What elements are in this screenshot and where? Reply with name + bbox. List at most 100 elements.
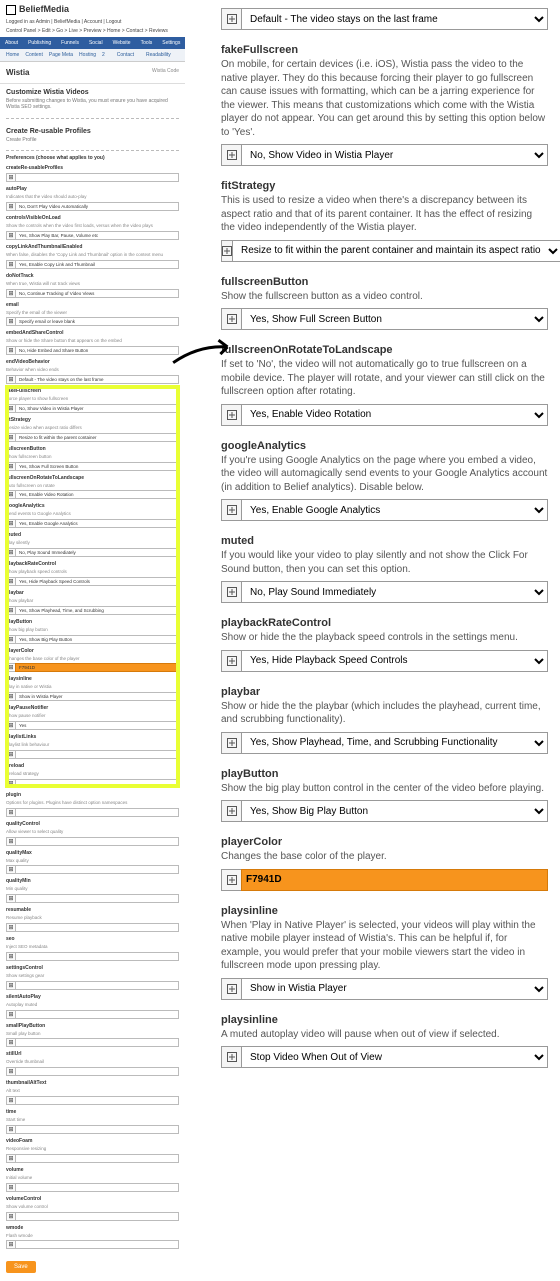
expand-icon[interactable]: ⊞ — [6, 289, 15, 298]
expand-icon[interactable]: ⊞ — [6, 548, 15, 557]
option-select[interactable]: Yes, Show Playhead, Time, and Scrubbing … — [241, 732, 548, 754]
expand-icon[interactable]: ⊞ — [6, 721, 15, 730]
field-select[interactable]: No, Hide Embed and Share Button — [15, 346, 179, 355]
expand-icon[interactable]: ⊞ — [6, 1125, 15, 1134]
option-select[interactable]: Stop Video When Out of View — [241, 1046, 548, 1068]
field-select[interactable] — [15, 1038, 179, 1047]
field-select[interactable]: Yes, Show Play Bar, Pause, Volume etc — [15, 231, 179, 240]
option-select[interactable]: Yes, Show Big Play Button — [241, 800, 548, 822]
field-select[interactable]: Show in Wistia Player — [15, 692, 179, 701]
expand-icon[interactable]: ⊞ — [6, 635, 15, 644]
expand-icon[interactable]: ⊞ — [6, 1096, 15, 1105]
tab-website[interactable]: Website — [108, 37, 136, 49]
field-select[interactable]: Default - The video stays on the last fr… — [15, 375, 179, 384]
expand-icon[interactable] — [221, 8, 241, 30]
field-select[interactable] — [15, 1067, 179, 1076]
field-select[interactable]: Yes, Enable Copy Link and Thumbnail — [15, 260, 179, 269]
tab-settings[interactable]: Settings — [157, 37, 185, 49]
expand-icon[interactable]: ⊞ — [6, 375, 15, 384]
field-select[interactable]: F7941D — [15, 663, 179, 672]
expand-icon[interactable]: ⊞ — [6, 1154, 15, 1163]
option-select[interactable]: Yes, Enable Google Analytics — [241, 499, 548, 521]
expand-icon[interactable]: ⊞ — [6, 808, 15, 817]
expand-icon[interactable]: ⊞ — [6, 433, 15, 442]
expand-icon[interactable]: ⊞ — [6, 606, 15, 615]
tab-publishing[interactable]: Publishing — [23, 37, 56, 49]
field-select[interactable] — [15, 865, 179, 874]
tab-about[interactable]: About — [0, 37, 23, 49]
expand-icon[interactable] — [221, 308, 241, 330]
expand-icon[interactable]: ⊞ — [6, 1010, 15, 1019]
expand-icon[interactable]: ⊞ — [6, 952, 15, 961]
expand-icon[interactable]: ⊞ — [6, 923, 15, 932]
expand-icon[interactable] — [221, 1046, 241, 1068]
expand-icon[interactable] — [221, 144, 241, 166]
crp-select[interactable] — [15, 173, 179, 182]
option-select[interactable]: Show in Wistia Player — [241, 978, 548, 1000]
field-select[interactable]: Specify email or leave blank — [15, 317, 179, 326]
expand-icon[interactable]: ⊞ — [6, 317, 15, 326]
expand-icon[interactable] — [221, 869, 241, 891]
expand-icon[interactable] — [221, 240, 232, 262]
expand-icon[interactable]: ⊞ — [6, 750, 15, 759]
option-select[interactable]: No, Play Sound Immediately — [241, 581, 548, 603]
subnav-item[interactable]: Hosting — [79, 52, 96, 58]
expand-icon[interactable] — [221, 978, 241, 1000]
expand-icon[interactable]: ⊞ — [6, 692, 15, 701]
field-select[interactable]: Yes — [15, 721, 179, 730]
field-select[interactable]: Yes, Show Full Screen Button — [15, 462, 179, 471]
expand-icon[interactable]: ⊞ — [6, 1183, 15, 1192]
expand-icon[interactable]: ⊞ — [6, 779, 15, 788]
subnav-item[interactable]: Page Meta — [49, 52, 73, 58]
expand-icon[interactable]: ⊞ — [6, 1067, 15, 1076]
field-select[interactable] — [15, 894, 179, 903]
field-select[interactable] — [15, 1125, 179, 1134]
field-select[interactable] — [15, 952, 179, 961]
option-input[interactable] — [241, 869, 548, 891]
field-select[interactable] — [15, 1010, 179, 1019]
tab-funnels[interactable]: Funnels — [56, 37, 84, 49]
field-select[interactable] — [15, 923, 179, 932]
field-select[interactable] — [15, 837, 179, 846]
field-select[interactable]: Resize to fit within the parent containe… — [15, 433, 179, 442]
field-select[interactable]: Yes, Show Playhead, Time, and Scrubbing — [15, 606, 179, 615]
expand-icon[interactable]: ⊞ — [6, 577, 15, 586]
expand-icon[interactable]: ⊞ — [6, 981, 15, 990]
field-select[interactable]: No, Show Video in Wistia Player — [15, 404, 179, 413]
field-select[interactable] — [15, 1212, 179, 1221]
field-select[interactable]: No, Continue Tracking of Video Views — [15, 289, 179, 298]
expand-icon[interactable]: ⊞ — [6, 404, 15, 413]
expand-icon[interactable]: ⊞ — [6, 519, 15, 528]
tab-tools[interactable]: Tools — [136, 37, 158, 49]
expand-icon[interactable]: ⊞ — [6, 260, 15, 269]
field-select[interactable] — [15, 981, 179, 990]
field-select[interactable] — [15, 1154, 179, 1163]
expand-icon[interactable] — [221, 404, 241, 426]
option-select[interactable]: Yes, Hide Playback Speed Controls — [241, 650, 548, 672]
expand-icon[interactable]: ⊞ — [6, 1240, 15, 1249]
expand-icon[interactable]: ⊞ — [6, 1038, 15, 1047]
field-select[interactable]: Yes, Show Big Play Button — [15, 635, 179, 644]
expand-icon[interactable] — [221, 581, 241, 603]
expand-icon[interactable]: ⊞ — [6, 894, 15, 903]
expand-icon[interactable] — [221, 650, 241, 672]
expand-icon[interactable] — [221, 499, 241, 521]
expand-icon[interactable]: ⊞ — [6, 346, 15, 355]
option-select[interactable]: Yes, Show Full Screen Button — [241, 308, 548, 330]
subnav-item[interactable]: Home — [6, 52, 19, 58]
field-select[interactable]: Yes, Hide Playback Speed Controls — [15, 577, 179, 586]
expand-icon[interactable]: ⊞ — [6, 490, 15, 499]
field-select[interactable] — [15, 1096, 179, 1105]
field-select[interactable]: Yes, Enable Video Rotation — [15, 490, 179, 499]
option-select[interactable]: Default - The video stays on the last fr… — [241, 8, 548, 30]
field-select[interactable]: Yes, Enable Google Analytics — [15, 519, 179, 528]
expand-icon[interactable]: ⊞ — [6, 1212, 15, 1221]
expand-icon[interactable]: ⊞ — [6, 462, 15, 471]
subnav-item[interactable]: Contact — [117, 52, 134, 58]
option-select[interactable]: Yes, Enable Video Rotation — [241, 404, 548, 426]
field-select[interactable] — [15, 750, 179, 759]
field-select[interactable]: No, Play Sound Immediately — [15, 548, 179, 557]
field-select[interactable] — [15, 1183, 179, 1192]
subnav-item[interactable]: Content — [25, 52, 43, 58]
expand-icon[interactable]: ⊞ — [6, 173, 15, 182]
